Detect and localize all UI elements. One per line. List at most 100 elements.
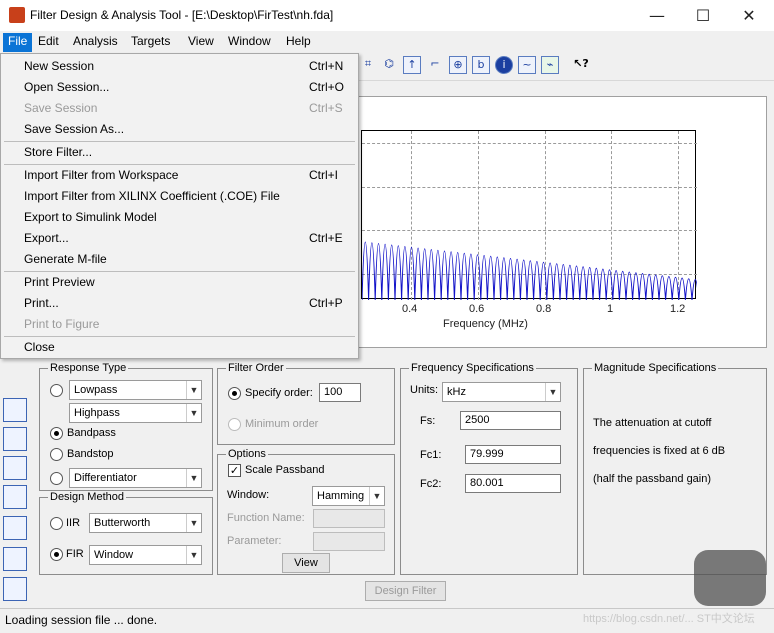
magnitude-note-line: (half the passband gain): [593, 473, 712, 485]
x-tick-label: 1.2: [670, 303, 686, 315]
menu-item-export[interactable]: Export... Ctrl+E: [2, 228, 357, 249]
bandstop-label: Bandstop: [67, 448, 114, 460]
highpass-select[interactable]: Highpass ▼: [69, 403, 202, 423]
fc1-input[interactable]: 79.999: [465, 445, 561, 464]
menu-item-export-simulink[interactable]: Export to Simulink Model: [2, 207, 357, 228]
fs-input[interactable]: 2500: [460, 411, 561, 430]
step-response-icon[interactable]: ⌐: [426, 56, 444, 74]
chevron-down-icon: ▼: [186, 546, 201, 564]
round-off-noise-icon[interactable]: ⌁: [541, 56, 559, 74]
group-delay-icon[interactable]: ⌗: [359, 56, 377, 74]
pole-zero-icon[interactable]: ⊕: [449, 56, 467, 74]
chevron-down-icon: ▼: [186, 469, 201, 487]
lowpass-select[interactable]: Lowpass ▼: [69, 380, 202, 400]
menu-item-generate-mfile[interactable]: Generate M-file: [2, 249, 357, 270]
close-button[interactable]: ✕: [726, 0, 772, 30]
minimum-order-label: Minimum order: [245, 418, 319, 430]
x-tick-label: 0.4: [402, 303, 418, 315]
window-label: Window:: [227, 489, 270, 501]
differentiator-radio[interactable]: [50, 472, 63, 485]
menu-item-print-preview[interactable]: Print Preview: [2, 272, 357, 293]
minimum-order-radio[interactable]: [228, 418, 241, 431]
units-select[interactable]: kHz ▼: [442, 382, 561, 402]
iir-method-select[interactable]: Butterworth ▼: [89, 513, 202, 533]
set-quantization-icon[interactable]: [3, 485, 27, 509]
menu-analysis[interactable]: Analysis: [68, 33, 123, 52]
group-title: Frequency Specifications: [409, 362, 536, 374]
filter-coefficients-icon[interactable]: b: [472, 56, 490, 74]
chevron-down-icon: ▼: [369, 487, 384, 505]
maximize-button[interactable]: ☐: [680, 0, 726, 30]
x-tick-label: 0.6: [469, 303, 485, 315]
fc2-input[interactable]: 80.001: [465, 474, 561, 493]
menu-item-save-session[interactable]: Save Session Ctrl+S: [2, 98, 357, 119]
minimize-button[interactable]: —: [634, 0, 680, 30]
lowpass-radio[interactable]: [50, 384, 63, 397]
fir-method-select[interactable]: Window ▼: [89, 545, 202, 565]
menu-item-new-session[interactable]: New Session Ctrl+N: [2, 56, 357, 77]
menu-item-print[interactable]: Print... Ctrl+P: [2, 293, 357, 314]
magnitude-response-plot[interactable]: [361, 130, 697, 300]
function-name-input[interactable]: [313, 509, 385, 528]
menu-window[interactable]: Window: [223, 33, 276, 52]
function-name-label: Function Name:: [227, 512, 305, 524]
sample-rate-conversion-icon[interactable]: [3, 427, 27, 451]
view-button[interactable]: View: [282, 553, 330, 573]
iir-label: IIR: [66, 517, 81, 529]
menu-item-open-session[interactable]: Open Session... Ctrl+O: [2, 77, 357, 98]
fir-radio[interactable]: [50, 548, 63, 561]
bandstop-radio[interactable]: [50, 448, 63, 461]
window-select[interactable]: Hamming ▼: [312, 486, 385, 506]
bandpass-label: Bandpass: [67, 427, 116, 439]
filter-order-group: Filter Order: [217, 362, 395, 445]
design-filter-icon[interactable]: [3, 456, 27, 480]
fir-label: FIR: [66, 548, 84, 560]
menu-item-import-from-workspace[interactable]: Import Filter from Workspace Ctrl+I: [2, 165, 357, 186]
watermark: https://blog.csdn.net/... ST中文论坛: [583, 613, 755, 625]
menu-item-save-session-as[interactable]: Save Session As...: [2, 119, 357, 140]
status-text: Loading session file ... done.: [5, 613, 158, 627]
menu-view[interactable]: View: [183, 33, 219, 52]
group-title: Response Type: [48, 362, 129, 374]
magnitude-note-line: The attenuation at cutoff: [593, 417, 712, 429]
phase-delay-icon[interactable]: ⌬: [380, 56, 398, 74]
scale-passband-label: Scale Passband: [245, 464, 325, 476]
parameter-label: Parameter:: [227, 535, 282, 547]
menu-file[interactable]: File: [3, 33, 33, 52]
iir-radio[interactable]: [50, 517, 63, 530]
menu-item-close[interactable]: Close: [2, 337, 357, 358]
menu-item-store-filter[interactable]: Store Filter...: [2, 142, 357, 163]
design-filter-button[interactable]: Design Filter: [365, 581, 446, 601]
filter-info-icon[interactable]: i: [495, 56, 513, 74]
bandpass-radio[interactable]: [50, 427, 63, 440]
menu-targets[interactable]: Targets: [126, 33, 175, 52]
title-bar: Filter Design & Analysis Tool - [E:\Desk…: [0, 0, 774, 31]
x-axis-label: Frequency (MHz): [443, 318, 528, 330]
magnitude-response-estimate-icon[interactable]: ~: [518, 56, 536, 74]
specify-order-radio[interactable]: [228, 387, 241, 400]
parameter-input[interactable]: [313, 532, 385, 551]
group-title: Options: [226, 448, 268, 460]
scale-passband-checkbox[interactable]: ✓: [228, 464, 241, 477]
sidelobe-path: [362, 241, 697, 300]
order-input[interactable]: 100: [319, 383, 361, 402]
specify-order-label: Specify order:: [245, 387, 313, 399]
group-title: Magnitude Specifications: [592, 362, 719, 374]
units-label: Units:: [410, 384, 439, 396]
menu-edit[interactable]: Edit: [33, 33, 64, 52]
pole-zero-editor-icon[interactable]: [3, 516, 27, 540]
whats-this-help-icon[interactable]: ↖?: [572, 56, 590, 74]
menu-help[interactable]: Help: [281, 33, 316, 52]
file-menu-dropdown: New Session Ctrl+N Open Session... Ctrl+O …: [0, 53, 359, 359]
magnitude-specifications-group: Magnitude Specifications: [583, 362, 767, 575]
impulse-response-icon[interactable]: ↑: [403, 56, 421, 74]
fc1-label: Fc1:: [420, 449, 442, 461]
transform-filter-icon[interactable]: [3, 398, 27, 422]
differentiator-select[interactable]: Differentiator ▼: [69, 468, 202, 488]
import-filter-icon[interactable]: [3, 547, 27, 571]
menu-item-print-to-figure[interactable]: Print to Figure: [2, 314, 357, 335]
menu-item-import-coe[interactable]: Import Filter from XILINX Coefficient (.…: [2, 186, 357, 207]
magnitude-note-line: frequencies is fixed at 6 dB: [593, 445, 726, 457]
realize-model-icon[interactable]: [3, 577, 27, 601]
matlab-app-icon: [9, 7, 25, 23]
